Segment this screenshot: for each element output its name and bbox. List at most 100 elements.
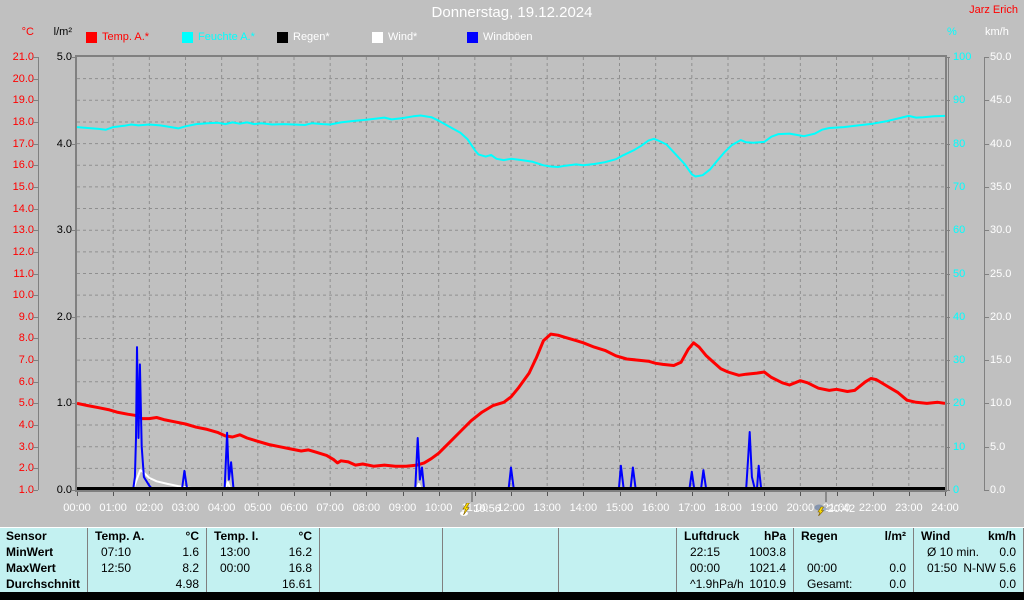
temp-axis-tick-label: 9.0 xyxy=(0,311,34,323)
wind-axis-tick-label: 30.0 xyxy=(990,224,1024,236)
legend-label: Temp. A.* xyxy=(102,31,149,43)
temp-axis-tick xyxy=(33,360,38,361)
wind-axis-unit: km/h xyxy=(985,26,1019,38)
temp-axis-tick-label: 2.0 xyxy=(0,462,34,474)
legend-label: Windböen xyxy=(483,31,533,43)
table-row: 00:000.0 xyxy=(794,560,913,576)
marker-time-label: 10:56 xyxy=(473,503,501,515)
cell-value: hPa xyxy=(764,528,793,544)
temp-axis-tick-label: 5.0 xyxy=(0,397,34,409)
temp-axis-tick-label: 12.0 xyxy=(0,246,34,258)
page-title: Donnerstag, 19.12.2024 xyxy=(0,4,1024,21)
rain-axis-tick-label: 2.0 xyxy=(40,311,72,323)
temp-axis-tick xyxy=(33,144,38,145)
marker-time-label: 20:42 xyxy=(828,503,856,515)
x-axis-tick-label: 07:00 xyxy=(316,502,344,514)
cell-time: Regen xyxy=(794,528,838,544)
table-row-label: Durchschnitt xyxy=(0,576,87,592)
table-row: ^1.9hPa/h1010.9 xyxy=(677,576,793,592)
sensor-summary-table: SensorMinWertMaxWertDurchschnittTemp. A.… xyxy=(0,527,1024,592)
temp-axis-tick-label: 14.0 xyxy=(0,203,34,215)
cell-time: Ø 10 min. xyxy=(914,544,979,560)
table-row: 22:151003.8 xyxy=(677,544,793,560)
x-axis-tick-label: 04:00 xyxy=(208,502,236,514)
table-row xyxy=(794,544,913,560)
humidity-axis-tick-label: 30 xyxy=(953,354,983,366)
legend-swatch-5 xyxy=(467,32,478,43)
humidity-axis-tick-label: 50 xyxy=(953,268,983,280)
x-axis-tick xyxy=(692,492,693,496)
table-col-luftdruck: LuftdruckhPa22:151003.800:001021.4^1.9hP… xyxy=(677,528,794,593)
cell-time: Gesamt: xyxy=(794,576,852,592)
temp-axis-tick-label: 21.0 xyxy=(0,51,34,63)
x-axis-tick xyxy=(620,492,621,496)
table-col-regen: Regenl/m²00:000.0Gesamt:0.0 xyxy=(794,528,914,593)
wind-axis-tick xyxy=(984,100,989,101)
temp-axis-unit: °C xyxy=(0,26,34,38)
table-col-rowlabels: SensorMinWertMaxWertDurchschnitt xyxy=(0,528,88,593)
wind-axis-tick-label: 25.0 xyxy=(990,268,1024,280)
cell-value: 16.2 xyxy=(289,544,319,560)
table-row-label: MinWert xyxy=(0,544,87,560)
x-axis-tick-label: 15:00 xyxy=(606,502,634,514)
table-row: 0.0 xyxy=(914,576,1023,592)
legend-label: Wind* xyxy=(388,31,417,43)
cloud-flash-icon xyxy=(814,503,827,519)
time-marker: 20:42 xyxy=(813,503,856,519)
table-col-header: Temp. A.°C xyxy=(88,528,206,544)
rain-axis-unit: l/m² xyxy=(40,26,72,38)
wind-axis-tick xyxy=(984,403,989,404)
legend-label: Regen* xyxy=(293,31,330,43)
bottom-bar xyxy=(0,592,1024,600)
temp-axis-tick-label: 20.0 xyxy=(0,73,34,85)
humidity-axis-tick-label: 20 xyxy=(953,397,983,409)
temp-axis-line xyxy=(38,57,39,490)
x-axis-tick xyxy=(656,492,657,496)
rain-axis-tick-label: 3.0 xyxy=(40,224,72,236)
x-axis-tick xyxy=(258,492,259,496)
x-axis-tick xyxy=(583,492,584,496)
cell-time: 07:10 xyxy=(88,544,131,560)
table-row: Ø 10 min.0.0 xyxy=(914,544,1023,560)
table-col-header: Temp. I.°C xyxy=(207,528,319,544)
table-row: 01:50 N-NW 5.6 xyxy=(914,560,1023,576)
temp-axis-tick xyxy=(33,274,38,275)
cell-time: 01:50 xyxy=(914,560,957,576)
x-axis-tick-label: 20:00 xyxy=(787,502,815,514)
cell-value: 1.6 xyxy=(182,544,206,560)
x-axis-tick-label: 01:00 xyxy=(99,502,127,514)
legend-item-2: Feuchte A.* xyxy=(182,31,255,43)
weather-station-screen: Donnerstag, 19.12.2024 Jarz Erich Temp. … xyxy=(0,0,1024,600)
temp-axis-tick-label: 15.0 xyxy=(0,181,34,193)
x-axis-tick xyxy=(403,492,404,496)
humidity-axis-tick-label: 70 xyxy=(953,181,983,193)
x-axis-tick-label: 22:00 xyxy=(859,502,887,514)
x-axis-tick-label: 00:00 xyxy=(63,502,91,514)
x-axis-tick-label: 10:00 xyxy=(425,502,453,514)
x-axis-tick xyxy=(511,492,512,496)
cell-value: N-NW 5.6 xyxy=(963,560,1023,576)
table-row: 00:001021.4 xyxy=(677,560,793,576)
table-col-empty xyxy=(320,528,443,593)
temp-axis-tick xyxy=(33,57,38,58)
x-axis-tick xyxy=(475,492,476,496)
temp-axis-tick-label: 11.0 xyxy=(0,268,34,280)
x-axis-tick-label: 18:00 xyxy=(714,502,742,514)
humidity-axis-unit: % xyxy=(947,26,977,38)
humidity-axis-tick-label: 100 xyxy=(953,51,983,63)
table-row-label: Sensor xyxy=(0,528,87,544)
cell-time: Temp. I. xyxy=(207,528,258,544)
x-axis-tick xyxy=(728,492,729,496)
legend-swatch-2 xyxy=(182,32,193,43)
cell-time: ^1.9hPa/h xyxy=(677,576,744,592)
temp-axis-tick-label: 17.0 xyxy=(0,138,34,150)
cell-value: 0.0 xyxy=(999,576,1023,592)
temp-axis-tick-label: 19.0 xyxy=(0,94,34,106)
rain-axis-tick-label: 0.0 xyxy=(40,484,72,496)
x-axis-tick xyxy=(909,492,910,496)
station-owner-label: Jarz Erich xyxy=(969,4,1018,16)
rain-axis-tick-label: 1.0 xyxy=(40,397,72,409)
x-axis-tick xyxy=(149,492,150,496)
temp-axis-tick xyxy=(33,122,38,123)
cell-time xyxy=(207,576,220,592)
